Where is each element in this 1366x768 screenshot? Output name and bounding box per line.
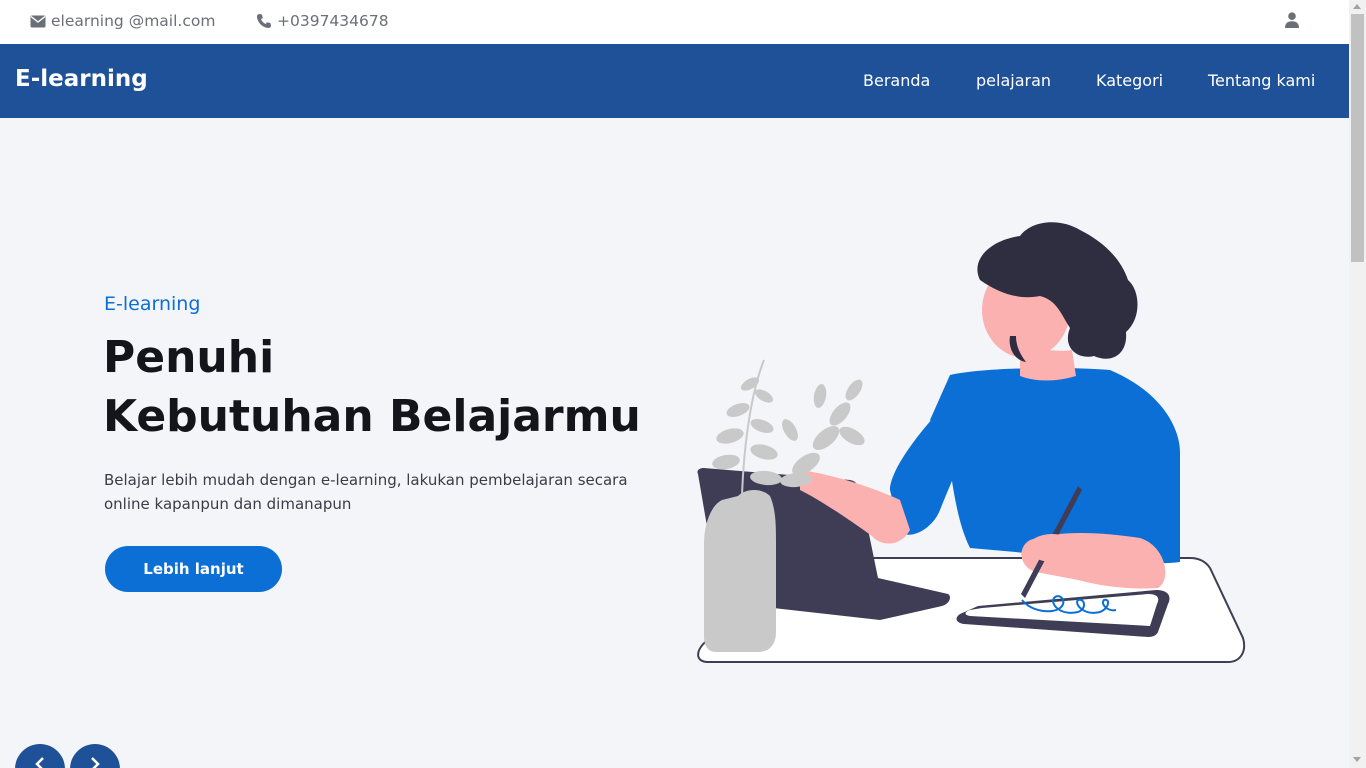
nav-link-beranda[interactable]: Beranda	[863, 71, 930, 90]
user-icon	[1285, 12, 1299, 32]
learn-more-button[interactable]: Lebih lanjut	[105, 546, 282, 592]
contact-phone[interactable]: +0397434678	[256, 12, 389, 30]
contact-phone-text: +0397434678	[277, 12, 389, 30]
user-account-button[interactable]	[1280, 10, 1304, 34]
nav-link-tentang-kami[interactable]: Tentang kami	[1208, 71, 1315, 90]
hero-illustration	[680, 200, 1260, 680]
hero-title-line-1: Penuhi	[103, 332, 275, 383]
scroll-thumb[interactable]	[1351, 14, 1364, 262]
nav-link-pelajaran[interactable]: pelajaran	[976, 71, 1051, 90]
envelope-icon	[30, 15, 46, 28]
slider-prev-button[interactable]	[15, 744, 65, 768]
scroll-up-arrow-icon[interactable]	[1353, 4, 1361, 9]
contact-email-text: elearning @mail.com	[51, 12, 216, 30]
contact-email[interactable]: elearning @mail.com	[30, 12, 215, 30]
main-navbar: E-learning Beranda pelajaran Kategori Te…	[0, 44, 1349, 118]
scroll-down-arrow-icon[interactable]	[1353, 757, 1361, 762]
page-scrollbar[interactable]	[1349, 0, 1366, 768]
hero-description: Belajar lebih mudah dengan e-learning, l…	[104, 471, 628, 513]
top-contact-bar: elearning @mail.com +0397434678	[0, 0, 1349, 44]
hero-title: Penuhi Kebutuhan Belajarmu	[103, 328, 641, 446]
nav-link-kategori[interactable]: Kategori	[1096, 71, 1163, 90]
slider-next-button[interactable]	[70, 744, 120, 768]
brand-logo[interactable]: E-learning	[15, 66, 148, 92]
hero-title-line-2: Kebutuhan Belajarmu	[103, 391, 641, 442]
hero-tagline: E-learning	[104, 293, 201, 315]
phone-icon	[256, 13, 272, 29]
